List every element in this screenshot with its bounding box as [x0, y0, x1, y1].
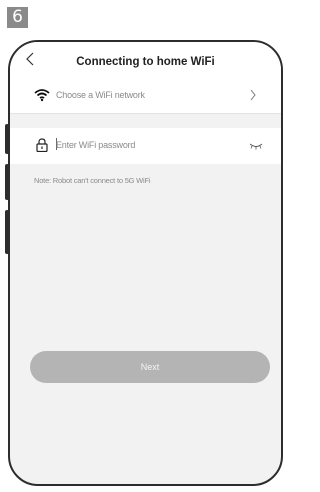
phone-frame: Connecting to home WiFi Choose a WiFi ne…	[8, 40, 283, 486]
password-placeholder: Enter WiFi password	[56, 140, 136, 150]
lock-icon	[36, 138, 48, 152]
password-field[interactable]: Enter WiFi password	[10, 128, 281, 164]
note-text: Note: Robot can't connect to 5G WiFi	[34, 176, 151, 185]
wifi-network-label: Choose a WiFi network	[56, 90, 145, 100]
next-button[interactable]: Next	[30, 351, 270, 383]
wifi-icon	[34, 89, 50, 102]
step-badge: 6	[7, 7, 28, 28]
page-title: Connecting to home WiFi	[76, 56, 215, 68]
header: Connecting to home WiFi	[10, 42, 281, 78]
eye-closed-icon[interactable]	[249, 142, 263, 150]
chevron-right-icon	[250, 89, 256, 101]
wifi-network-selector[interactable]: Choose a WiFi network	[10, 78, 281, 114]
